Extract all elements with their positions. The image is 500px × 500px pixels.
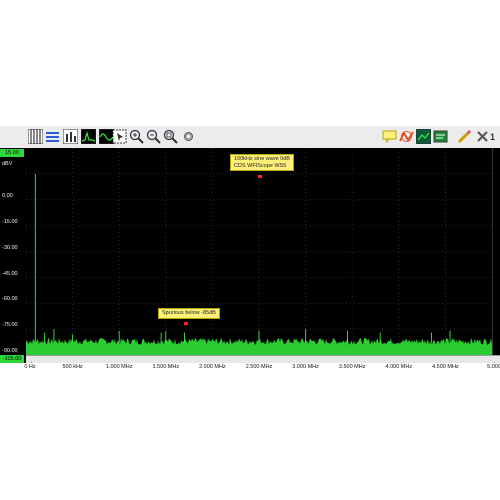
close-icon[interactable] <box>474 128 491 145</box>
annotation-icon[interactable] <box>381 128 398 145</box>
x-tick-label: 2.500 MHz <box>245 364 273 370</box>
bars-icon[interactable] <box>62 128 79 145</box>
spectrum-chart <box>25 147 493 356</box>
fit-icon[interactable] <box>398 128 415 145</box>
cursor-box-icon[interactable] <box>111 128 128 145</box>
page-number: 1 <box>490 132 496 142</box>
y-tick-label: -15.00 <box>2 218 18 225</box>
measure-icon[interactable] <box>432 128 449 145</box>
x-axis: 0 Hz 500 kHz 1.000 MHz 1.500 MHz 2.000 MHz 2.… <box>0 363 500 371</box>
x-tick-label: 0 Hz <box>24 364 36 370</box>
display-icon[interactable] <box>415 128 432 145</box>
y-tick-label: -90.00 <box>2 348 18 355</box>
y-bottom-value-badge: -105.00 <box>0 355 24 363</box>
toolbar: 1 <box>0 126 500 149</box>
grid-icon[interactable] <box>27 128 44 145</box>
y-axis-rail: 15.00 dBV 0.00 -15.00 -30.00 -45.00 -60.00 -7… <box>0 148 26 365</box>
y-top-value-badge: 15.00 <box>0 149 24 157</box>
annotation-sine-wave[interactable]: 100kHz sine wave 0dB CDS WFIScope WS5 <box>230 154 294 171</box>
zoom-reset-icon[interactable] <box>162 128 179 145</box>
vertical-scrollbar[interactable] <box>492 148 500 365</box>
x-tick-label: 1.000 MHz <box>105 364 133 370</box>
annotation-line: Spurious below -85dB <box>162 310 216 316</box>
y-tick-label: -75.00 <box>2 322 18 329</box>
x-tick-label: 1.500 MHz <box>152 364 180 370</box>
zoom-out-icon[interactable] <box>145 128 162 145</box>
spectrum-plot[interactable]: 100kHz sine wave 0dB CDS WFIScope WS5 Sp… <box>25 147 493 365</box>
spectrum-icon[interactable] <box>80 128 97 145</box>
y-tick-label: -45.00 <box>2 270 18 277</box>
spectrum-analyzer-window: 1 15.00 dBV 0.00 -15.00 -30.00 -45.00 -60.00… <box>0 126 500 371</box>
y-tick-label: 0.00 <box>2 192 13 199</box>
x-tick-label: 500 kHz <box>62 364 83 370</box>
x-tick-label: 4.500 MHz <box>432 364 459 370</box>
y-axis-unit: dBV <box>2 161 13 167</box>
y-tick-label: -30.00 <box>2 244 18 251</box>
x-tick-label: 4.000 MHz <box>385 364 413 370</box>
y-tick-label: -60.00 <box>2 296 18 303</box>
annotation-spurious[interactable]: Spurious below -85dB <box>158 308 220 319</box>
x-tick-label: 3.000 MHz <box>292 364 319 370</box>
settings-gear-icon[interactable] <box>180 128 197 145</box>
annotation-line: CDS WFIScope WS5 <box>234 162 287 169</box>
zoom-in-icon[interactable] <box>128 128 145 145</box>
x-tick-label: 2.000 MHz <box>199 364 226 370</box>
annotation-marker[interactable] <box>184 322 188 325</box>
annotation-marker[interactable] <box>258 175 262 178</box>
x-tick-label: 5.000 <box>487 364 500 370</box>
pen-icon[interactable] <box>456 128 473 145</box>
x-tick-label: 3.500 MHz <box>338 364 366 370</box>
channels-icon[interactable] <box>44 128 61 145</box>
annotation-line: 100kHz sine wave 0dB <box>234 156 290 162</box>
